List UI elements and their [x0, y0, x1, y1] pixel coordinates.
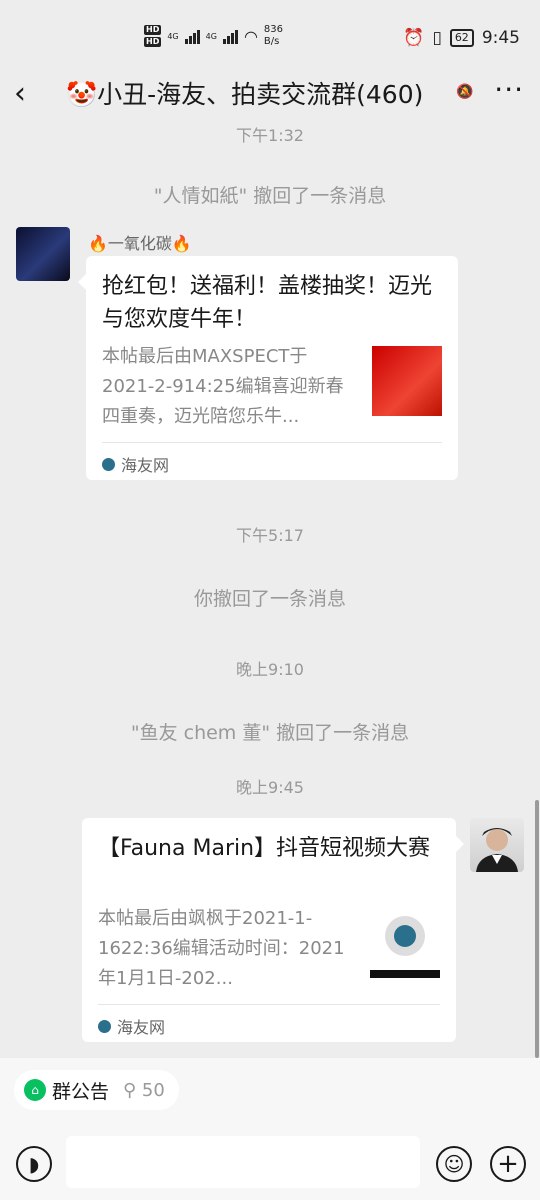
divider: [102, 442, 442, 443]
card-source: 海友网: [102, 452, 169, 476]
notice-icon: ⌂: [24, 1079, 46, 1101]
qr-image: [370, 916, 440, 978]
person-icon: [476, 828, 518, 872]
member-count: ⚲ 50: [123, 1079, 165, 1101]
scrollbar[interactable]: [535, 800, 539, 1058]
avatar[interactable]: [16, 227, 70, 281]
network-label: 4G: [167, 31, 179, 41]
source-label: 海友网: [121, 456, 170, 475]
timestamp: 晚上9:45: [236, 778, 304, 797]
message-input[interactable]: [66, 1136, 420, 1188]
signal-icon: [222, 28, 238, 44]
chat-header: ‹ 🤡小丑-海友、拍卖交流群(460) 🔕 ···: [0, 70, 540, 122]
source-icon: [98, 1019, 111, 1033]
signal-icon: [184, 28, 200, 44]
back-icon[interactable]: ‹: [14, 78, 26, 110]
card-description: 本帖最后由飒枫于2021-1-1622:36编辑活动时间：2021年1月1日-2…: [98, 908, 345, 989]
battery-icon: 62: [449, 29, 474, 47]
mute-icon: 🔕: [456, 84, 474, 100]
source-label: 海友网: [117, 1018, 166, 1037]
alarm-icon: ⏰: [403, 28, 425, 48]
link-card-message[interactable]: 抢红包！送福利！盖楼抽奖！迈光与您欢度牛年！ 本帖最后由MAXSPECT于202…: [78, 256, 458, 480]
clock: 9:45: [481, 28, 520, 48]
card-description: 本帖最后由MAXSPECT于2021-2-914:25编辑喜迎新春四重奏，迈光陪…: [102, 346, 344, 427]
avatar[interactable]: [470, 818, 524, 872]
card-thumbnail: [372, 346, 442, 416]
network-speed: 836 B/s: [263, 24, 283, 47]
chat-title: 🤡小丑-海友、拍卖交流群(460): [66, 80, 424, 109]
source-icon: [102, 457, 115, 471]
notice-label: 群公告: [52, 1080, 110, 1103]
emoji-icon[interactable]: ☺: [436, 1146, 472, 1182]
status-left: HD HD 4G 4G ◠ 836 B/s: [144, 24, 283, 48]
card-title: 抢红包！送福利！盖楼抽奖！迈光与您欢度牛年！: [102, 274, 433, 332]
card-title: 【Fauna Marin】抖音短视频大赛: [98, 836, 431, 861]
card-thumbnail: [370, 908, 440, 978]
recall-notice: "人情如紙" 撤回了一条消息: [153, 185, 387, 207]
hd-badge: HD: [144, 25, 162, 35]
hd-indicators: HD HD: [144, 25, 162, 47]
status-right: ⏰ ▯ 62 9:45: [403, 28, 520, 48]
bottom-bar: ⌂ 群公告 ⚲ 50 ◗ ☺ +: [0, 1058, 540, 1200]
plus-icon[interactable]: +: [490, 1146, 526, 1182]
voice-icon[interactable]: ◗: [16, 1146, 52, 1182]
sender-name: 🔥一氧化碳🔥: [88, 234, 192, 253]
network-label: 4G: [205, 31, 217, 41]
group-notice-button[interactable]: ⌂ 群公告 ⚲ 50: [14, 1070, 179, 1110]
divider: [98, 1004, 440, 1005]
wifi-icon: ◠: [243, 26, 258, 46]
more-icon[interactable]: ···: [494, 74, 524, 106]
status-bar: HD HD 4G 4G ◠ 836 B/s ⏰ ▯ 62 9:45: [0, 0, 540, 80]
timestamp: 下午5:17: [236, 526, 304, 545]
recall-notice: "鱼友 chem 董" 撤回了一条消息: [130, 722, 410, 744]
timestamp: 晚上9:10: [236, 660, 304, 679]
recall-notice: 你撤回了一条消息: [193, 588, 346, 610]
hd-badge: HD: [144, 37, 162, 47]
timestamp: 下午1:32: [236, 126, 304, 145]
link-card-message[interactable]: 【Fauna Marin】抖音短视频大赛 本帖最后由飒枫于2021-1-1622…: [82, 818, 464, 1042]
card-source: 海友网: [98, 1014, 165, 1038]
vibrate-icon: ▯: [432, 28, 442, 48]
